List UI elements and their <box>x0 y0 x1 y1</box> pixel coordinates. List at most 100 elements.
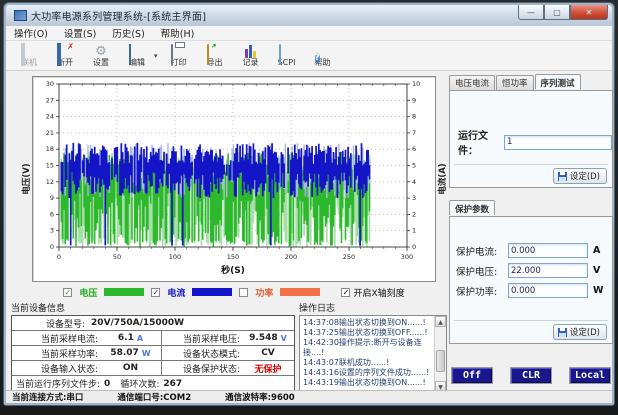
tab-protection-params[interactable]: 保护参数 <box>449 200 496 215</box>
help-button[interactable]: ? 帮助 <box>306 42 340 70</box>
chart-svg[interactable]: 0369121518212427300123456789100 50 100 150 2… <box>32 76 436 282</box>
list-item[interactable]: 14:42:30操作提示:断开与设备连接....! <box>303 338 431 358</box>
list-item[interactable]: 14:37:25输出状态切换到OFF......! <box>303 328 431 338</box>
toolbar: 联机 ✗ 断开 ⚙ 设置 编辑 ▾ 打印 导出 记录 SCPI <box>6 41 612 71</box>
menu-settings[interactable]: 设置(S) <box>64 26 96 40</box>
com-port-status: 通信端口号:COM2 <box>117 393 192 403</box>
protect-power-unit: W <box>593 285 604 296</box>
run-file-input[interactable] <box>504 134 612 150</box>
tab-sequence-test[interactable]: 序列测试 <box>534 74 581 89</box>
settings-button[interactable]: ⚙ 设置 <box>84 42 118 70</box>
sample-power-unit: W <box>141 348 151 358</box>
connect-button[interactable]: 联机 <box>12 42 46 70</box>
device-mode-value: CV <box>261 348 275 358</box>
edit-button[interactable]: 编辑 <box>120 42 154 70</box>
x-axis-scale-checkbox[interactable]: ✓ <box>341 287 351 297</box>
power-swatch <box>280 288 321 296</box>
voltage-swatch <box>104 288 145 296</box>
minimize-button[interactable]: — <box>518 5 544 20</box>
loop-count-label: 循环次数: <box>120 380 160 390</box>
chart-record-icon <box>243 44 259 58</box>
power-checkbox[interactable] <box>239 287 249 297</box>
disconnect-button[interactable]: ✗ 断开 <box>48 42 82 70</box>
input-state-value: ON <box>100 361 162 375</box>
protection-body: 保护电流: A 保护电压: V 保护功率: W <box>449 216 613 344</box>
svg-text:250: 250 <box>343 253 355 261</box>
table-row: 设备型号: 20V/750A/15000W <box>12 316 294 331</box>
menu-operation[interactable]: 操作(O) <box>14 26 48 40</box>
sample-power-value: 58.07 <box>110 348 139 358</box>
list-item[interactable]: 14:43:07联机成功......! <box>303 358 431 368</box>
svg-text:3: 3 <box>412 194 416 202</box>
maximize-button[interactable]: ▢ <box>544 5 570 20</box>
current-axis-label: 电流(A) <box>438 163 448 195</box>
print-button[interactable]: 打印 <box>162 42 196 70</box>
operation-log-list[interactable]: 14:37:08输出状态切换到ON......! 14:37:25输出状态切换到… <box>301 317 433 391</box>
svg-text:200: 200 <box>285 253 297 261</box>
seq-step-value: 0 <box>104 378 111 389</box>
connection-type-status: 当前连接方式:串口 <box>12 393 84 403</box>
protect-current-label: 保护电流: <box>456 246 498 258</box>
menu-history[interactable]: 历史(S) <box>112 26 144 40</box>
voltage-checkbox[interactable]: ✓ <box>63 287 73 297</box>
voltage-legend-label: 电压 <box>79 288 98 299</box>
current-checkbox[interactable]: ✓ <box>151 287 161 297</box>
close-button[interactable]: ✕ <box>570 5 608 20</box>
list-item[interactable]: 14:37:08输出状态切换到ON......! <box>303 318 431 328</box>
tab-constant-power[interactable]: 恒功率 <box>496 75 534 90</box>
svg-text:12: 12 <box>46 178 54 186</box>
svg-text:0: 0 <box>50 243 54 251</box>
protect-voltage-label: 保护电压: <box>456 266 498 278</box>
list-item[interactable]: 14:43:16设置的序列文件成功......! <box>303 368 431 378</box>
save-icon <box>557 171 567 181</box>
list-item[interactable]: 14:43:19输出状态切换到ON......! <box>303 378 431 388</box>
protection-set-button[interactable]: 设定(D) <box>552 324 607 340</box>
svg-text:300: 300 <box>401 253 413 261</box>
svg-text:15: 15 <box>46 162 54 170</box>
voltage-axis-label: 电压(V) <box>22 163 32 195</box>
sample-power-label: 当前采样功率: <box>40 349 98 360</box>
operation-log-box: 14:37:08输出状态切换到ON......! 14:37:25输出状态切换到… <box>299 315 447 393</box>
protect-power-input[interactable] <box>508 283 588 298</box>
seq-step-label: 当前运行序列文件步: <box>16 380 101 390</box>
protect-voltage-input[interactable] <box>508 263 588 278</box>
sequence-test-body: 运行文件： 设定(D) <box>449 90 613 188</box>
menu-help[interactable]: 帮助(H) <box>161 26 195 40</box>
log-scrollbar[interactable]: ▲ ▼ <box>434 316 446 392</box>
svg-text:0: 0 <box>57 253 61 261</box>
record-button[interactable]: 记录 <box>234 42 268 70</box>
device-mode-label: 设备状态模式: <box>182 349 240 360</box>
export-button[interactable]: 导出 <box>198 42 232 70</box>
tab-voltage-current[interactable]: 电压电流 <box>449 75 496 90</box>
gear-icon: ⚙ <box>95 43 107 59</box>
svg-text:6: 6 <box>50 210 54 218</box>
protect-state-value: 无保护 <box>254 364 282 375</box>
protect-current-input[interactable] <box>508 243 588 258</box>
table-row: 当前运行序列文件步: 0 循环次数: 267 <box>12 376 294 391</box>
local-button[interactable]: Local <box>569 367 611 384</box>
status-bar: 当前连接方式:串口 通信端口号:COM2 通信波特率:9600 <box>6 390 612 403</box>
loop-count-value: 267 <box>163 378 183 389</box>
protect-current-unit: A <box>593 245 601 256</box>
svg-text:21: 21 <box>46 129 54 137</box>
scpi-button[interactable]: SCPI <box>270 42 304 70</box>
x-axis-scale-toggle[interactable]: ✓ 开启X轴刻度 <box>341 286 405 299</box>
window-title: 大功率电源系列管理系统-[系统主界面] <box>31 12 207 23</box>
svg-text:7: 7 <box>412 129 416 137</box>
svg-text:6: 6 <box>412 145 416 153</box>
svg-text:5: 5 <box>412 162 416 170</box>
sequence-set-button[interactable]: 设定(D) <box>552 168 607 184</box>
chart-panel: 电压(V) 0 3 6 9 12 15 18 21 24 27 30 0 1 2 3 4 5 6 7 8 9 10 0 50 1… <box>20 76 448 282</box>
export-folder-icon <box>206 43 223 65</box>
scrollbar-thumb[interactable] <box>436 350 445 372</box>
operation-log-panel: 操作日志 14:37:08输出状态切换到ON......! 14:37:25输出… <box>299 301 447 393</box>
table-row: 设备输入状态: ON 设备保护状态: 无保护 <box>12 361 294 376</box>
right-panel: 电压电流 恒功率 序列测试 运行文件： 设定(D) 保护参数 <box>449 74 613 393</box>
device-info-title: 当前设备信息 <box>11 304 66 314</box>
clr-button[interactable]: CLR <box>510 367 552 384</box>
title-bar[interactable]: 大功率电源系列管理系统-[系统主界面] — ▢ ✕ <box>6 5 612 26</box>
scroll-up-icon[interactable]: ▲ <box>435 316 446 327</box>
off-button[interactable]: Off <box>451 367 493 384</box>
protect-power-label: 保护功率: <box>456 286 498 298</box>
edit-dropdown-arrow[interactable]: ▾ <box>154 52 158 60</box>
